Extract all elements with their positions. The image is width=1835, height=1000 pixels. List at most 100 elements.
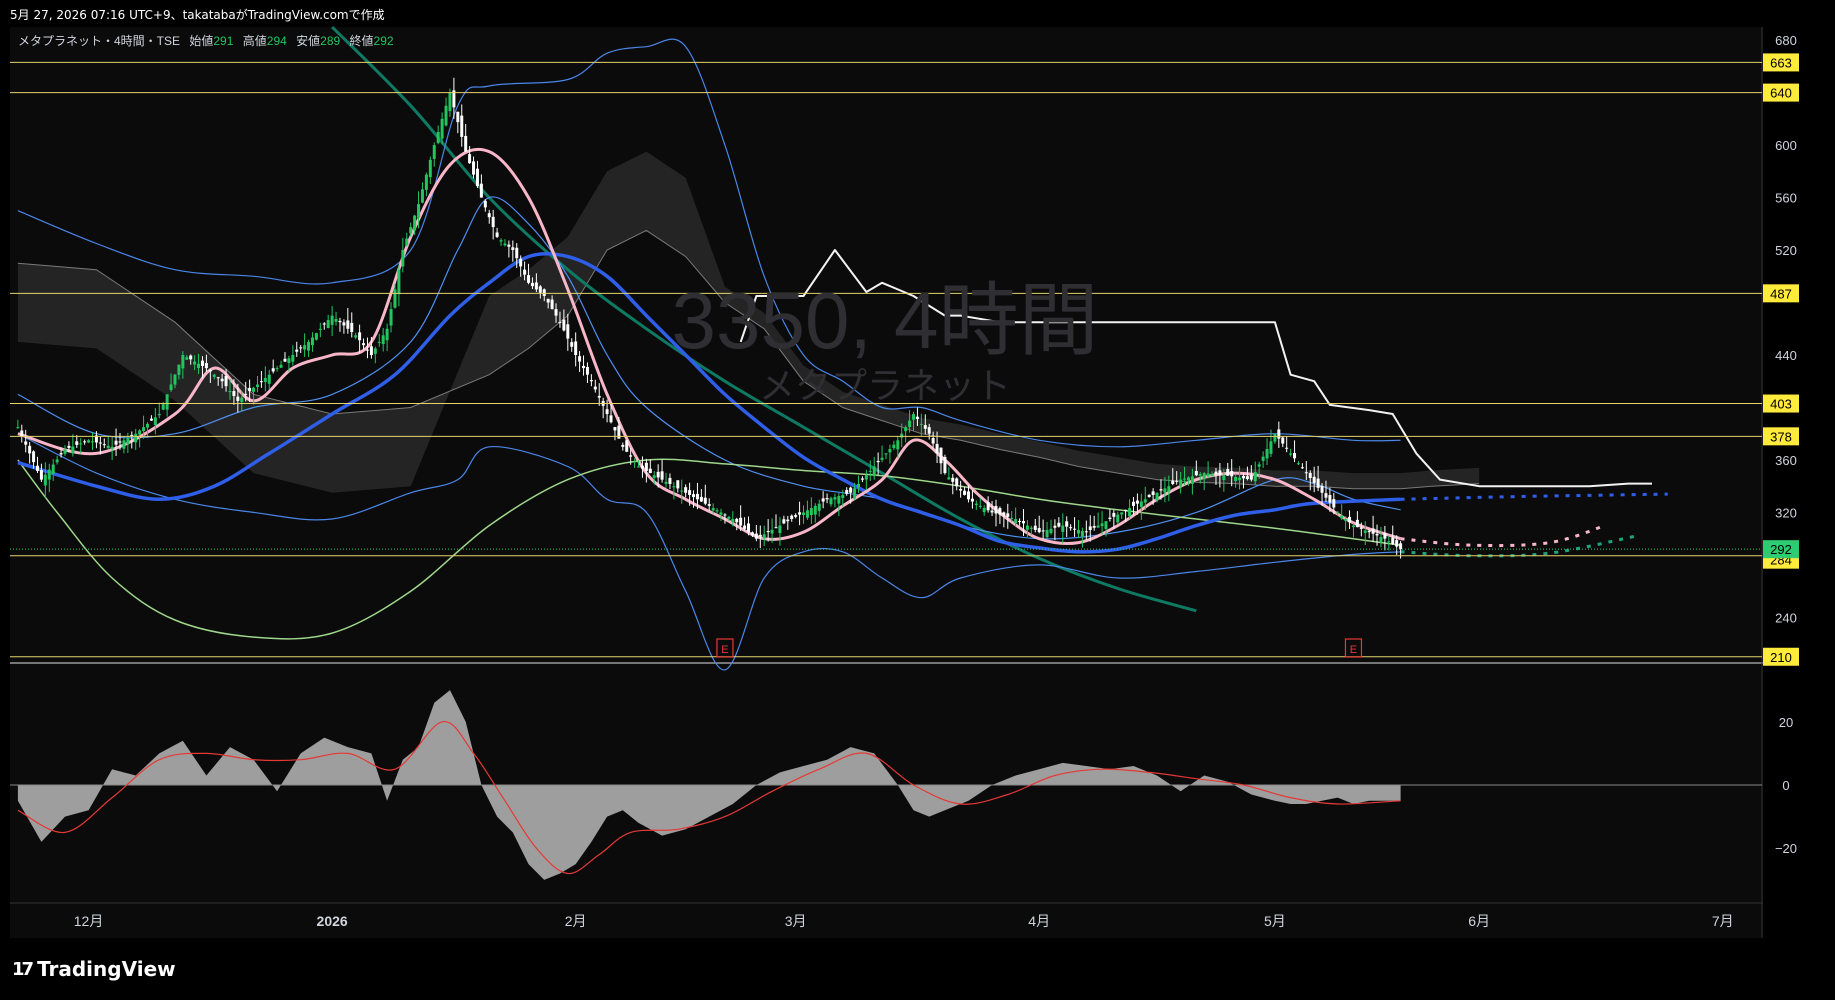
candle-body xyxy=(1045,529,1049,538)
candle-body xyxy=(684,487,688,493)
level-label: 487 xyxy=(1770,286,1792,301)
candle-body xyxy=(978,505,982,507)
candle-body xyxy=(204,363,208,369)
candle-body xyxy=(644,462,648,471)
price-tick-label: 520 xyxy=(1775,243,1797,258)
candle-body xyxy=(59,453,63,455)
candle-body xyxy=(629,455,633,457)
candle-body xyxy=(1383,533,1387,539)
candle-body xyxy=(959,488,963,491)
price-axis-background xyxy=(1763,27,1835,938)
candle-body xyxy=(354,335,358,338)
candle-body xyxy=(1057,522,1061,527)
price-tick-label: 440 xyxy=(1775,348,1797,363)
candle-body xyxy=(853,488,857,499)
candle-body xyxy=(798,512,802,515)
candle-body xyxy=(161,404,165,410)
candle-body xyxy=(122,440,126,449)
candle-body xyxy=(1348,516,1352,523)
candle-body xyxy=(837,496,841,504)
candle-body xyxy=(668,477,672,485)
candle-body xyxy=(369,346,373,355)
candle-body xyxy=(197,363,201,369)
time-tick-label: 3月 xyxy=(785,913,807,929)
candle-body xyxy=(420,189,424,203)
macd-tick-label: −20 xyxy=(1775,841,1797,856)
candle-body xyxy=(680,490,684,492)
candle-body xyxy=(739,517,743,526)
candle-body xyxy=(173,374,177,385)
candle-body xyxy=(1147,494,1151,498)
candle-body xyxy=(479,183,483,198)
candle-body xyxy=(326,320,330,329)
legend-low-label: 安値 xyxy=(296,33,320,48)
candle-body xyxy=(1100,523,1104,527)
candle-body xyxy=(1061,525,1065,532)
candle-body xyxy=(1033,525,1037,530)
candle-body xyxy=(232,391,236,396)
candle-body xyxy=(440,118,444,139)
time-tick-label: 7月 xyxy=(1712,913,1734,929)
candle-body xyxy=(593,386,597,390)
candle-body xyxy=(432,145,436,159)
candle-body xyxy=(1186,477,1190,481)
candle-body xyxy=(966,491,970,500)
candle-body xyxy=(1025,525,1029,530)
candle-body xyxy=(212,374,216,377)
candle-body xyxy=(417,204,421,218)
candle-body xyxy=(860,478,864,480)
candle-body xyxy=(236,396,240,401)
price-chart[interactable]: 663640487403378287284210292 680600560520… xyxy=(0,0,1835,940)
legend-high: 294 xyxy=(267,34,287,48)
candle-body xyxy=(872,466,876,477)
candle-body xyxy=(1202,473,1206,480)
tradingview-logo[interactable]: 17 TradingView xyxy=(12,957,176,981)
candle-body xyxy=(1088,526,1092,530)
candle-body xyxy=(338,320,342,323)
candle-body xyxy=(1131,501,1135,506)
candle-body xyxy=(271,368,275,372)
candle-body xyxy=(1359,527,1363,529)
candle-body xyxy=(1139,501,1143,507)
candle-body xyxy=(1029,527,1033,529)
candle-body xyxy=(578,356,582,362)
candle-body xyxy=(1332,499,1336,508)
candle-body xyxy=(904,427,908,432)
candle-body xyxy=(1069,527,1073,529)
candle-body xyxy=(515,247,519,259)
candle-body xyxy=(574,341,578,355)
candle-body xyxy=(1375,534,1379,536)
candle-body xyxy=(566,324,570,339)
candle-body xyxy=(342,322,346,326)
candle-body xyxy=(1253,471,1257,482)
candle-body xyxy=(621,444,625,447)
candle-body xyxy=(295,349,299,352)
candle-body xyxy=(794,515,798,517)
tradingview-wordmark: TradingView xyxy=(37,957,176,981)
candle-body xyxy=(970,498,974,502)
level-label: 210 xyxy=(1770,650,1792,665)
candle-body xyxy=(1155,492,1159,501)
candle-body xyxy=(1238,477,1242,481)
candle-body xyxy=(114,440,118,445)
candle-body xyxy=(931,438,935,444)
candle-body xyxy=(1135,500,1139,504)
candle-body xyxy=(527,275,531,283)
candle-body xyxy=(24,441,28,445)
candle-body xyxy=(365,349,369,351)
candle-body xyxy=(648,468,652,474)
legend-open-label: 始値 xyxy=(189,33,213,48)
candle-body xyxy=(1053,525,1057,528)
candle-body xyxy=(436,131,440,143)
candle-body xyxy=(83,441,87,443)
candle-body xyxy=(177,364,181,375)
candle-body xyxy=(1293,453,1297,459)
chart-background xyxy=(10,27,1764,938)
candle-body xyxy=(908,420,912,428)
candle-body xyxy=(1304,472,1308,474)
candle-body xyxy=(625,440,629,452)
candle-body xyxy=(1206,473,1210,477)
price-tick-label: 360 xyxy=(1775,453,1797,468)
candle-body xyxy=(1092,525,1096,528)
candle-body xyxy=(589,380,593,382)
